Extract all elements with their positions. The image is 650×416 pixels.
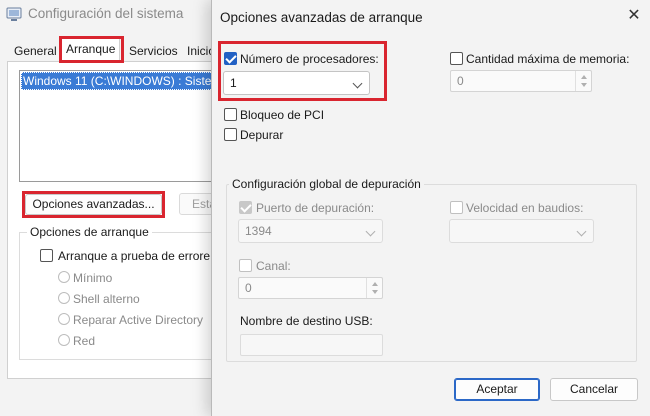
chevron-down-icon — [365, 226, 376, 237]
usb-target-input[interactable] — [240, 334, 383, 356]
arrow-down-icon — [372, 290, 378, 294]
baud-rate-checkbox[interactable] — [450, 201, 463, 214]
debug-checkbox[interactable] — [224, 128, 237, 141]
max-memory-label: Cantidad máxima de memoria: — [466, 52, 630, 66]
num-processors-checkbox[interactable] — [224, 52, 237, 65]
safe-boot-label: Arranque a prueba de errores — [58, 249, 210, 263]
advanced-options-button[interactable]: Opciones avanzadas... — [25, 194, 162, 215]
max-memory-stepper[interactable]: 0 — [450, 70, 592, 92]
num-processors-label: Número de procesadores: — [240, 52, 379, 66]
chevron-down-icon — [576, 226, 587, 237]
radio-minimo[interactable] — [58, 271, 70, 283]
max-memory-spin-buttons[interactable] — [575, 71, 591, 91]
channel-checkbox[interactable] — [239, 259, 252, 272]
close-icon[interactable]: ✕ — [624, 6, 644, 26]
num-processors-value: 1 — [230, 76, 237, 90]
cancel-button[interactable]: Cancelar — [550, 378, 638, 401]
pci-lock-checkbox[interactable] — [224, 108, 237, 121]
os-list-item[interactable]: Windows 11 (C:\WINDOWS) : Sistema operat… — [21, 72, 213, 90]
debug-port-label: Puerto de depuración: — [256, 201, 375, 215]
channel-spin-buttons[interactable] — [366, 278, 382, 298]
channel-label: Canal: — [256, 259, 291, 273]
radio-minimo-label: Mínimo — [73, 271, 113, 285]
boot-options-group-label: Opciones de arranque — [27, 225, 152, 239]
highlight-box-tab — [59, 36, 124, 63]
baud-rate-label: Velocidad en baudios: — [466, 201, 584, 215]
debug-settings-group-label: Configuración global de depuración — [229, 177, 424, 191]
radio-reparar-ad-label: Reparar Active Directory — [73, 313, 204, 327]
radio-shell-alterno-label: Shell alterno — [73, 292, 140, 306]
tab-general[interactable]: General — [8, 41, 63, 61]
channel-stepper[interactable]: 0 — [238, 277, 383, 299]
chevron-down-icon — [352, 78, 363, 89]
arrow-down-icon — [581, 83, 587, 87]
radio-reparar-ad[interactable] — [58, 313, 70, 325]
safe-boot-checkbox[interactable] — [40, 249, 53, 262]
max-memory-value: 0 — [457, 74, 464, 88]
debug-port-select[interactable]: 1394 — [238, 219, 383, 243]
ok-button[interactable]: Aceptar — [454, 378, 540, 401]
max-memory-checkbox[interactable] — [450, 52, 463, 65]
tab-servicios[interactable]: Servicios — [123, 41, 184, 61]
channel-value: 0 — [245, 281, 252, 295]
arrow-up-icon — [372, 282, 378, 286]
debug-label: Depurar — [240, 128, 284, 142]
baud-rate-select[interactable] — [449, 219, 594, 243]
debug-port-value: 1394 — [245, 224, 272, 238]
dialog-title: Opciones avanzadas de arranque — [220, 10, 423, 25]
radio-red-label: Red — [73, 334, 96, 348]
debug-port-checkbox[interactable] — [239, 201, 252, 214]
radio-shell-alterno[interactable] — [58, 292, 70, 304]
usb-target-label: Nombre de destino USB: — [240, 314, 373, 328]
window-title: Configuración del sistema — [28, 6, 184, 21]
radio-red[interactable] — [58, 334, 70, 346]
system-configuration-icon — [6, 7, 22, 21]
pci-lock-label: Bloqueo de PCI — [240, 108, 325, 122]
num-processors-select[interactable]: 1 — [223, 71, 370, 95]
arrow-up-icon — [581, 75, 587, 79]
